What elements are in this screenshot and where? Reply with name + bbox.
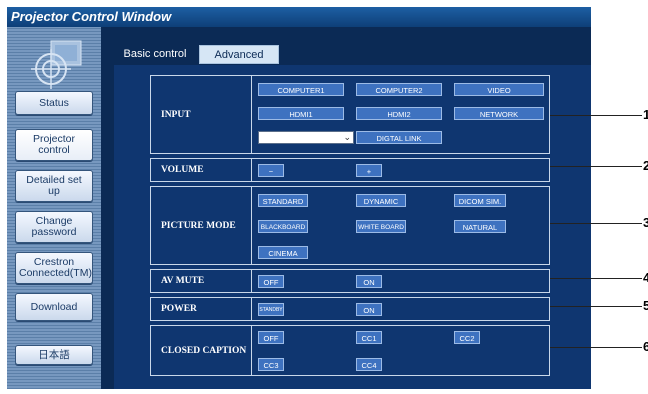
cc-off-button[interactable]: OFF bbox=[258, 331, 284, 344]
volume-up-button[interactable]: + bbox=[356, 164, 382, 177]
cc4-button[interactable]: CC4 bbox=[356, 358, 382, 371]
power-on-button[interactable]: ON bbox=[356, 303, 382, 316]
projector-logo-icon bbox=[31, 40, 82, 89]
input-computer1-button[interactable]: COMPUTER1 bbox=[258, 83, 344, 96]
sidebar-item-status[interactable]: Status bbox=[15, 91, 93, 115]
tab-basic-control[interactable]: Basic control bbox=[115, 45, 195, 64]
picture-mode-section: PICTURE MODE STANDARD DYNAMIC DICOM SIM.… bbox=[150, 186, 550, 265]
sidebar-item-label: Projector control bbox=[32, 133, 75, 156]
input-video-button[interactable]: VIDEO bbox=[454, 83, 544, 96]
input-section: INPUT COMPUTER1 COMPUTER2 VIDEO HDMI1 HD… bbox=[150, 75, 550, 154]
callout-number-1: 1 bbox=[643, 107, 648, 122]
input-label: INPUT bbox=[161, 109, 191, 120]
sidebar-item-label: Detailed set up bbox=[26, 174, 82, 197]
callout-line-5 bbox=[550, 306, 642, 307]
sidebar-item-label: Download bbox=[30, 300, 78, 313]
sidebar-item-crestron-connected[interactable]: Crestron Connected(TM) bbox=[15, 252, 93, 284]
control-panel: INPUT COMPUTER1 COMPUTER2 VIDEO HDMI1 HD… bbox=[114, 65, 591, 389]
picture-mode-label: PICTURE MODE bbox=[161, 220, 236, 231]
sidebar: Status Projector control Detailed set up… bbox=[7, 27, 101, 389]
input-digital-link-button[interactable]: DIGTAL LINK bbox=[356, 131, 442, 144]
tab-bar: Basic control Advanced control bbox=[101, 27, 591, 80]
av-mute-buttons: OFF ON bbox=[251, 270, 549, 292]
volume-label: VOLUME bbox=[161, 165, 204, 175]
volume-buttons: − + bbox=[251, 159, 549, 181]
sidebar-item-change-password[interactable]: Change password bbox=[15, 211, 93, 243]
callout-number-2: 2 bbox=[643, 158, 648, 173]
input-hdmi1-button[interactable]: HDMI1 bbox=[258, 107, 344, 120]
chevron-down-icon: ⌄ bbox=[343, 132, 351, 142]
callout-number-5: 5 bbox=[643, 298, 648, 313]
sidebar-item-download[interactable]: Download bbox=[15, 293, 93, 321]
volume-down-button[interactable]: − bbox=[258, 164, 284, 177]
volume-section: VOLUME − + bbox=[150, 158, 550, 182]
tab-advanced-control[interactable]: Advanced control bbox=[199, 45, 279, 80]
sidebar-item-projector-control[interactable]: Projector control bbox=[15, 129, 93, 161]
picture-whiteboard-button[interactable]: WHITE BOARD bbox=[356, 220, 406, 233]
input-select[interactable]: ⌄ bbox=[258, 131, 354, 144]
cc1-button[interactable]: CC1 bbox=[356, 331, 382, 344]
sidebar-item-label: Change password bbox=[31, 215, 77, 238]
power-standby-button[interactable]: STANDBY bbox=[258, 303, 284, 316]
sidebar-item-japanese[interactable]: 日本語 bbox=[15, 345, 93, 365]
input-buttons: COMPUTER1 COMPUTER2 VIDEO HDMI1 HDMI2 NE… bbox=[251, 76, 549, 153]
callout-line-4 bbox=[550, 278, 642, 279]
picture-mode-buttons: STANDARD DYNAMIC DICOM SIM. BLACKBOARD W… bbox=[251, 187, 549, 264]
picture-standard-button[interactable]: STANDARD bbox=[258, 194, 308, 207]
callout-number-3: 3 bbox=[643, 215, 648, 230]
input-hdmi2-button[interactable]: HDMI2 bbox=[356, 107, 442, 120]
input-computer2-button[interactable]: COMPUTER2 bbox=[356, 83, 442, 96]
sidebar-item-detailed-set-up[interactable]: Detailed set up bbox=[15, 170, 93, 202]
callout-number-6: 6 bbox=[643, 339, 648, 354]
power-section: POWER STANDBY ON bbox=[150, 297, 550, 321]
callout-number-4: 4 bbox=[643, 270, 648, 285]
sidebar-item-label: 日本語 bbox=[38, 348, 70, 361]
sidebar-item-label: Status bbox=[39, 96, 69, 109]
picture-dynamic-button[interactable]: DYNAMIC bbox=[356, 194, 406, 207]
callout-line-1 bbox=[550, 115, 642, 116]
av-mute-off-button[interactable]: OFF bbox=[258, 275, 284, 288]
av-mute-on-button[interactable]: ON bbox=[356, 275, 382, 288]
av-mute-label: AV MUTE bbox=[161, 276, 205, 286]
cc3-button[interactable]: CC3 bbox=[258, 358, 284, 371]
sidebar-item-label: Crestron Connected(TM) bbox=[19, 256, 92, 279]
callout-line-2 bbox=[550, 166, 642, 167]
callout-line-3 bbox=[550, 223, 642, 224]
projector-control-window: Status Projector control Detailed set up… bbox=[7, 27, 591, 389]
closed-caption-section: CLOSED CAPTION OFF CC1 CC2 CC3 CC4 bbox=[150, 325, 550, 376]
cc2-button[interactable]: CC2 bbox=[454, 331, 480, 344]
picture-natural-button[interactable]: NATURAL bbox=[454, 220, 506, 233]
av-mute-section: AV MUTE OFF ON bbox=[150, 269, 550, 293]
closed-caption-label: CLOSED CAPTION bbox=[161, 345, 247, 356]
input-network-button[interactable]: NETWORK bbox=[454, 107, 544, 120]
power-buttons: STANDBY ON bbox=[251, 298, 549, 320]
callout-line-6 bbox=[550, 347, 642, 348]
picture-blackboard-button[interactable]: BLACKBOARD bbox=[258, 220, 308, 233]
window-title: Projector Control Window bbox=[7, 7, 591, 27]
picture-dicom-sim-button[interactable]: DICOM SIM. bbox=[454, 194, 506, 207]
power-label: POWER bbox=[161, 304, 197, 314]
closed-caption-buttons: OFF CC1 CC2 CC3 CC4 bbox=[251, 326, 549, 375]
picture-cinema-button[interactable]: CINEMA bbox=[258, 246, 308, 259]
